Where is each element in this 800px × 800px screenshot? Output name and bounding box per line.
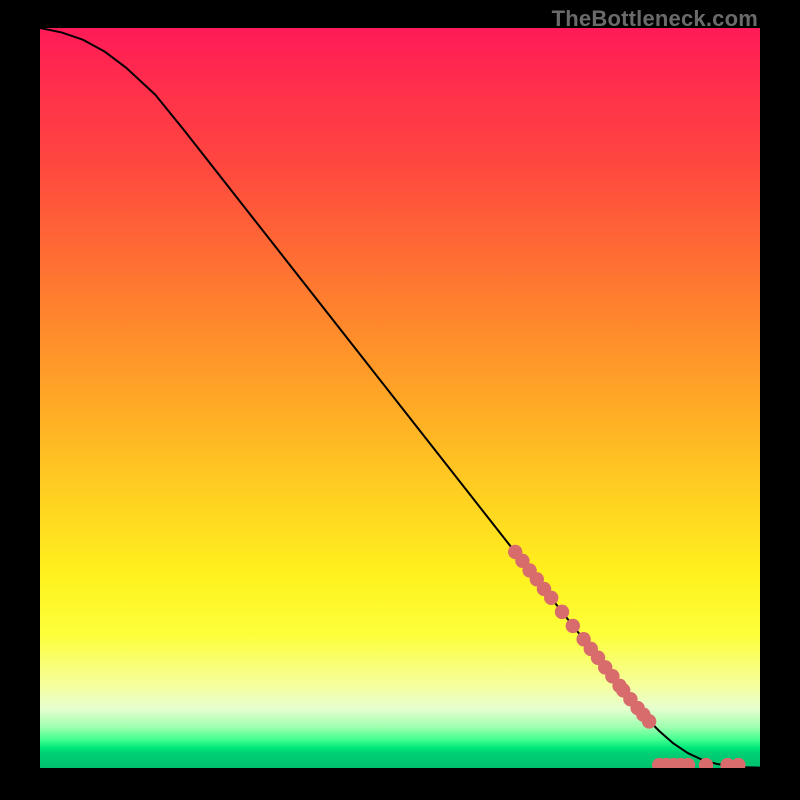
plot-area: [40, 28, 760, 768]
chart-overlay-svg: [40, 28, 760, 768]
scatter-point: [566, 619, 580, 633]
scatter-point: [731, 758, 745, 768]
scatter-markers: [508, 545, 746, 768]
scatter-point: [642, 714, 656, 728]
scatter-point: [544, 591, 558, 605]
bottleneck-curve: [40, 28, 760, 768]
scatter-point: [555, 605, 569, 619]
chart-stage: TheBottleneck.com: [0, 0, 800, 800]
